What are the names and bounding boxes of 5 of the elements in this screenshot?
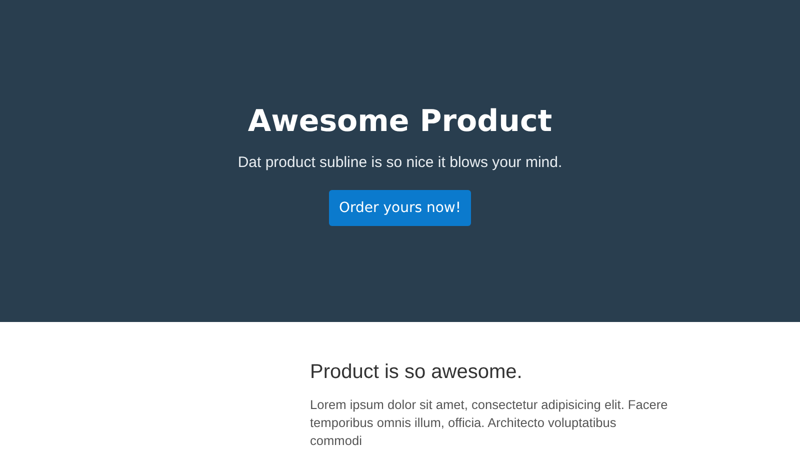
section-heading: Product is so awesome. [310,360,524,385]
order-button[interactable]: Order yours now! [329,190,471,226]
section-paragraph: Lorem ipsum dolor sit amet, consectetur adipisicing elit. Facere temporibus omnis illum, officia. Architecto voluptatibus commodi [310,396,669,450]
hero-subline: Dat product subline is so nice it blows your mind. [238,153,562,173]
hero-title: Awesome Product [248,104,552,140]
